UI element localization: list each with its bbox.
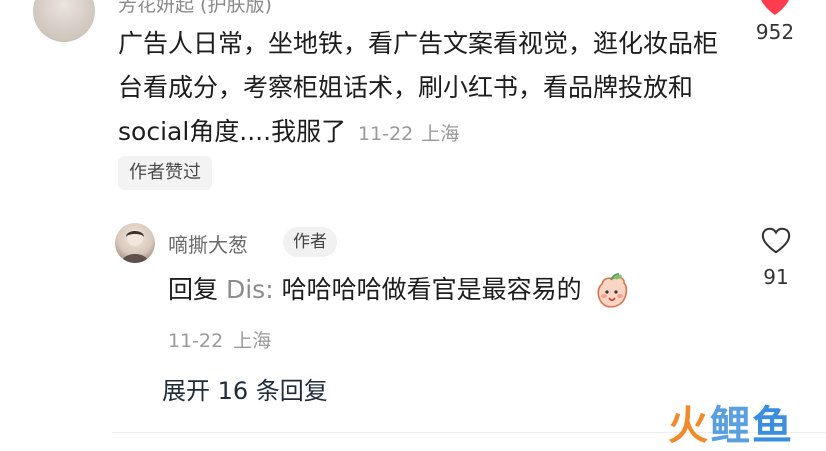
reply-avatar[interactable] [115,223,155,263]
reply-prefix: 回复 [168,275,219,304]
author-liked-badge: 作者赞过 [118,156,212,190]
top-comment-location: 上海 [421,123,460,145]
reply-like-count: 91 [763,265,789,289]
watermark-logo: 火鲤鱼 [668,403,794,449]
reply-text: 回复 Dis: 哈哈哈哈做看官是最容易的 [168,270,630,310]
top-comment-date: 11-22 [358,123,414,145]
top-comment-like-count: 952 [755,20,795,44]
reply-content: 哈哈哈哈做看官是最容易的 [281,275,582,304]
top-comment-text: 广告人日常，坐地铁，看广告文案看视觉，逛化妆品柜台看成分，考察柜姐话术，刷小红书… [118,22,728,156]
peach-face-emoji-icon [594,273,630,309]
top-comment-avatar[interactable] [33,0,95,42]
heart-outline-icon[interactable] [760,226,792,256]
reply-mention: Dis: [225,275,274,304]
heart-filled-icon[interactable] [758,0,792,16]
expand-replies-button[interactable]: 展开 16 条回复 [162,371,328,406]
top-comment-meta: 11-22 上海 [358,123,459,145]
reply-username[interactable]: 嘀撕大葱 [168,229,248,258]
top-comment-username[interactable]: 芳花妍起 (护肤版) [118,0,272,17]
author-tag: 作者 [283,227,337,257]
reply-date: 11-22 [168,330,224,352]
reply-meta: 11-22 上海 [168,326,271,353]
reply-location: 上海 [233,330,272,352]
